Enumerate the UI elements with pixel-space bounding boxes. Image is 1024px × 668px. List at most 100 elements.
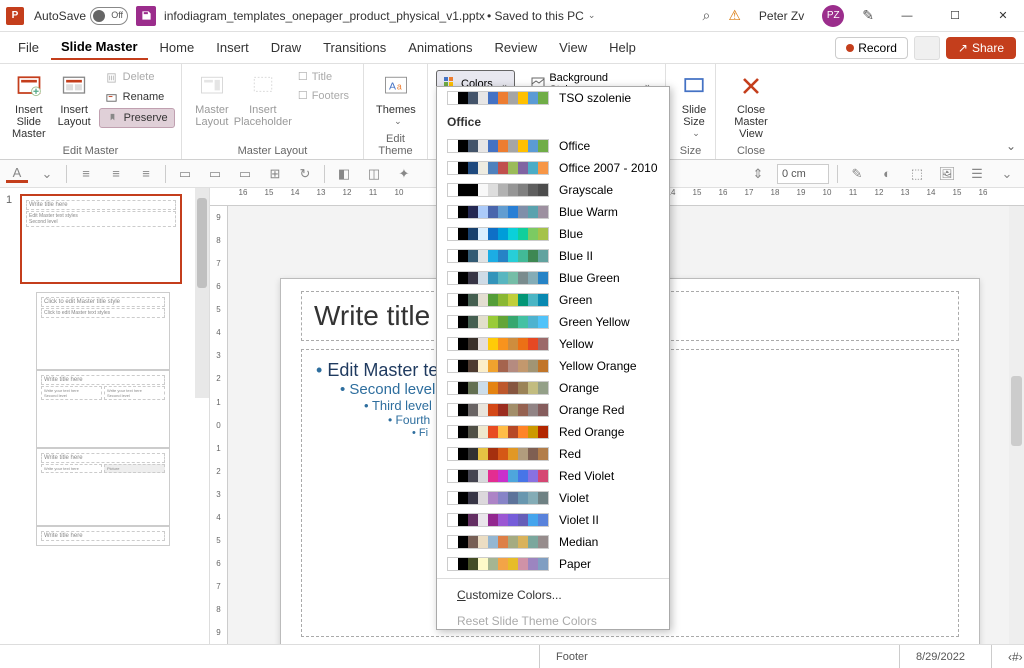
close-master-view-button[interactable]: Close Master View [724,68,778,142]
bring-forward-icon[interactable]: ▭ [174,163,196,185]
share-button[interactable]: ↗Share [946,37,1016,59]
more-icon[interactable]: ⌄ [996,163,1018,185]
align-objects-icon[interactable]: ⊞ [264,163,286,185]
group-icon[interactable]: ▭ [234,163,256,185]
menu-help[interactable]: Help [599,36,646,59]
scheme-label: TSO szolenie [559,91,631,105]
search-icon[interactable]: ⌕ [703,7,711,24]
color-scheme-item[interactable]: Red [437,443,669,465]
panel-scrollbar[interactable] [195,188,209,398]
autosave-toggle[interactable]: Off [90,7,128,25]
menu-transitions[interactable]: Transitions [313,36,396,59]
menu-animations[interactable]: Animations [398,36,482,59]
customize-colors-item[interactable]: Customize Colors... [437,582,669,608]
insert-slide-master-button[interactable]: Insert Slide Master [8,68,50,142]
selection-pane-icon[interactable]: ☰ [966,163,988,185]
send-backward-icon[interactable]: ▭ [204,163,226,185]
rename-button[interactable]: Rename [99,88,175,106]
menu-draw[interactable]: Draw [261,36,311,59]
height-icon[interactable]: ⇕ [747,163,769,185]
color-scheme-item[interactable]: Blue II [437,245,669,267]
menu-slide-master[interactable]: Slide Master [51,35,148,60]
pen-icon[interactable]: ✎ [862,7,874,24]
align-left-icon[interactable]: ≡ [75,163,97,185]
color-scheme-item[interactable]: Paper [437,553,669,575]
color-scheme-item[interactable]: Yellow [437,333,669,355]
footer-cell[interactable]: Footer [539,645,899,668]
shape-effects-icon[interactable]: ✦ [393,163,415,185]
ribbon-collapse-icon[interactable]: ⌄ [1006,139,1016,153]
scheme-label: Orange [559,381,599,395]
menu-home[interactable]: Home [150,36,205,59]
insert-layout-button[interactable]: Insert Layout [54,68,95,130]
scheme-label: Yellow Orange [559,359,637,373]
menu-insert[interactable]: Insert [206,36,259,59]
color-scheme-item[interactable]: Blue [437,223,669,245]
user-avatar[interactable]: PZ [822,5,844,27]
color-scheme-item[interactable]: Orange Red [437,399,669,421]
color-scheme-item[interactable]: Grayscale [437,179,669,201]
rename-icon [105,90,119,104]
scheme-label: Blue Warm [559,205,618,219]
font-color-icon[interactable]: A [6,165,28,183]
title-checkbox: ☐Title [292,68,355,85]
layout-thumbnail[interactable]: Write title here Write your text herePic… [36,448,170,526]
color-scheme-item[interactable]: Green [437,289,669,311]
close-window-button[interactable]: ✕ [988,2,1018,30]
slide-thumbnail-panel[interactable]: 1 Write title here Edit Master text styl… [0,188,210,644]
date-cell[interactable]: 8/29/2022 [899,645,991,668]
record-button[interactable]: Record [835,37,908,59]
layout-icon [58,70,90,102]
scheme-label: Yellow [559,337,593,351]
align-right-icon[interactable]: ≡ [135,163,157,185]
shape-fill-icon[interactable]: ◧ [333,163,355,185]
preserve-button[interactable]: Preserve [99,108,175,128]
canvas-scrollbar[interactable] [1009,206,1024,644]
rotate-icon[interactable]: ↻ [294,163,316,185]
layout-thumbnail[interactable]: Write title here [36,526,170,546]
warning-icon[interactable]: ⚠ [728,7,741,24]
layout-thumbnail[interactable]: Click to edit Master title style Click t… [36,292,170,370]
minimize-button[interactable]: — [892,2,922,30]
color-scheme-item[interactable]: Orange [437,377,669,399]
popup-section-header: Office [437,109,669,135]
shape-outline-icon[interactable]: ◫ [363,163,385,185]
saved-status: • Saved to this PC [487,9,584,23]
popup-scrollbar[interactable]: ▴▾ [669,87,670,629]
menu-file[interactable]: File [8,36,49,59]
themes-button[interactable]: Aa Themes⌄ [372,68,420,129]
title-chevron-icon[interactable]: ⌄ [588,10,596,21]
vertical-ruler: 9876543210123456789 [210,206,228,644]
align-center-icon[interactable]: ≡ [105,163,127,185]
maximize-button[interactable]: ☐ [940,2,970,30]
picture-icon[interactable]: 🖼 [936,163,958,185]
color-scheme-item[interactable]: Green Yellow [437,311,669,333]
layout-thumbnail[interactable]: Write title here Write your text hereSec… [36,370,170,448]
eyedropper-icon[interactable]: ◐ [876,163,898,185]
color-scheme-item[interactable]: Blue Warm [437,201,669,223]
master-layout-button[interactable]: Master Layout [190,68,234,130]
color-scheme-item[interactable]: Median [437,531,669,553]
color-scheme-item[interactable]: Violet II [437,509,669,531]
color-scheme-item[interactable]: Office [437,135,669,157]
color-scheme-item[interactable]: Office 2007 - 2010 [437,157,669,179]
color-scheme-item[interactable]: Red Violet [437,465,669,487]
crop-icon[interactable]: ⬚ [906,163,928,185]
menu-view[interactable]: View [549,36,597,59]
color-scheme-item[interactable]: Blue Green [437,267,669,289]
format-painter-icon[interactable]: ✎ [846,163,868,185]
color-scheme-item[interactable]: TSO szolenie [437,87,669,109]
master-thumbnail[interactable]: Write title here Edit Master text styles… [20,194,182,284]
slide-number-cell[interactable]: ‹#› [991,645,1024,668]
color-scheme-item[interactable]: Violet [437,487,669,509]
insert-placeholder-button[interactable]: Insert Placeholder [238,68,288,130]
slide-size-button[interactable]: Slide Size⌄ [674,68,714,141]
color-scheme-item[interactable]: Red Orange [437,421,669,443]
size-group-label: Size [674,143,707,159]
color-scheme-item[interactable]: Yellow Orange [437,355,669,377]
font-dropdown-icon[interactable]: ⌄ [36,163,58,185]
menu-review[interactable]: Review [485,36,548,59]
save-icon[interactable] [136,6,156,26]
height-input[interactable] [777,164,829,184]
scheme-label: Red Orange [559,425,624,439]
